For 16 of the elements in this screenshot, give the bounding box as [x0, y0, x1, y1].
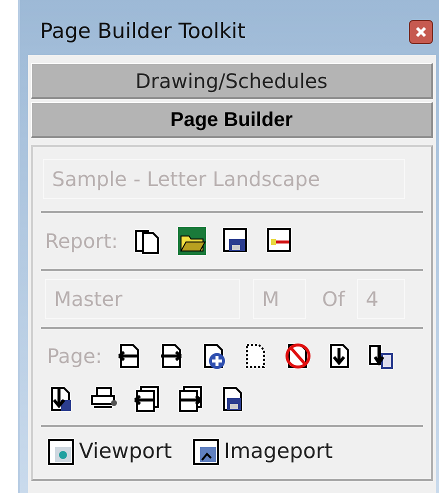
- port-button[interactable]: Viewport: [47, 436, 172, 468]
- prohibited-page-icon[interactable]: [284, 342, 312, 370]
- window-title: Page Builder Toolkit: [40, 18, 246, 45]
- report-label: Report:: [45, 228, 118, 255]
- close-button[interactable]: [409, 20, 433, 44]
- tab[interactable]: Drawing/Schedules: [31, 63, 433, 99]
- imageport-icon[interactable]: [192, 438, 220, 466]
- page-label: Page:: [47, 343, 102, 370]
- port-button[interactable]: Imageport: [192, 436, 333, 468]
- of-label: Of: [322, 286, 345, 313]
- tab[interactable]: Page Builder: [31, 102, 433, 138]
- viewport-icon[interactable]: [47, 438, 75, 466]
- folder-icon[interactable]: [178, 227, 206, 255]
- pages-right-icon[interactable]: [176, 385, 204, 413]
- close-icon: [414, 24, 428, 38]
- pages-left-icon[interactable]: [133, 385, 161, 413]
